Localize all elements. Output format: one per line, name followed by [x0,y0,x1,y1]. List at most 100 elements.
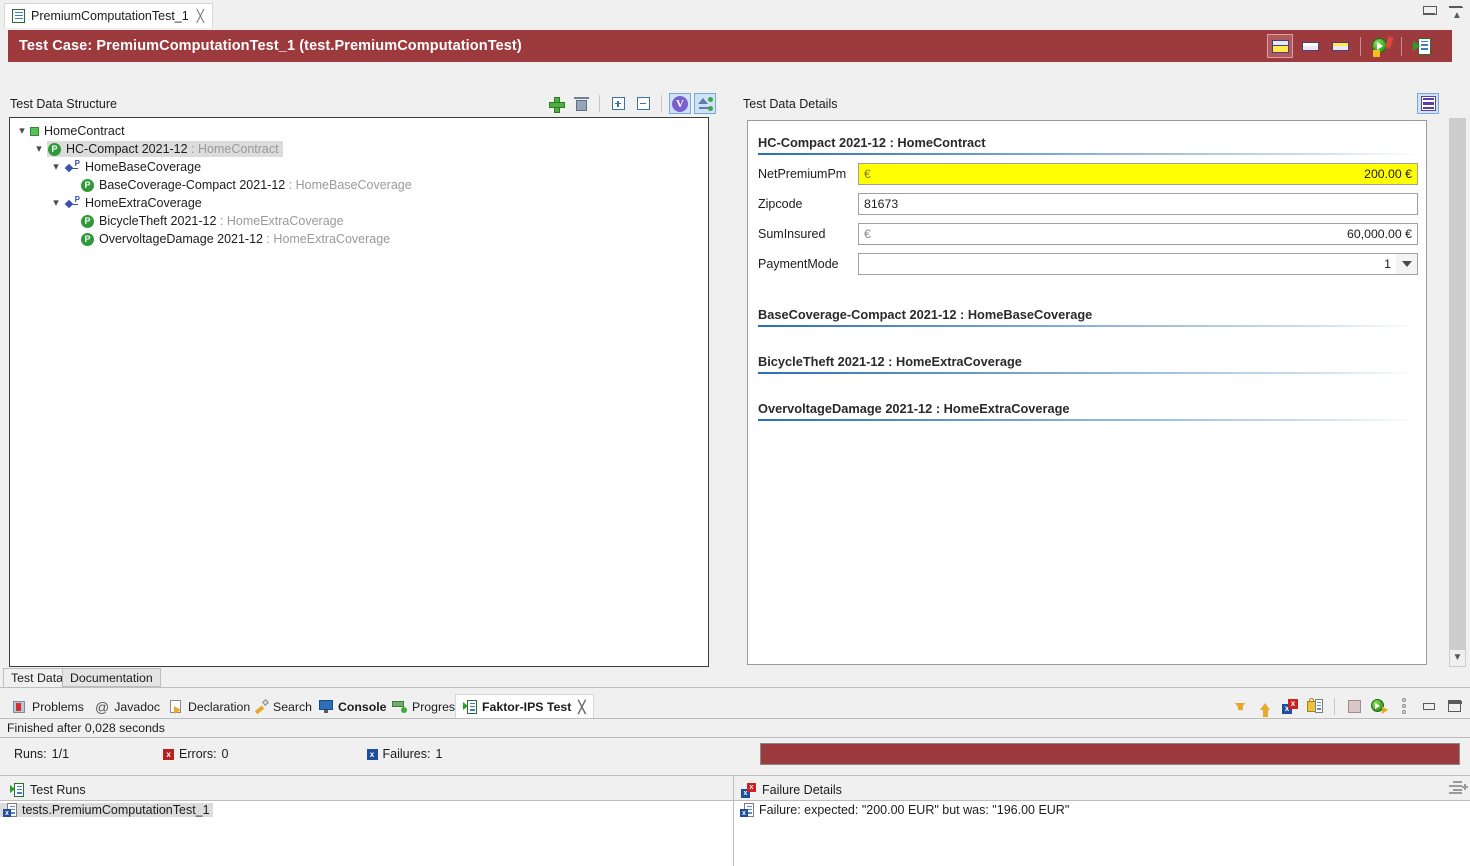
product-cmpt-icon: P [48,143,61,156]
tree-node-3[interactable]: PBaseCoverage-Compact 2021-12 : HomeBase… [10,176,708,194]
tree-node-2[interactable]: ▾PHomeBaseCoverage [10,158,708,176]
tree-node-6[interactable]: POvervoltageDamage 2021-12 : HomeExtraCo… [10,230,708,248]
chevron-down-icon[interactable]: ▾ [14,126,30,137]
show-all-columns-button[interactable] [1268,35,1292,57]
test-run-label: tests.PremiumComputationTest_1 [22,803,210,817]
tree-node-selected[interactable]: PHC-Compact 2021-12 : HomeContract [47,141,283,157]
test-data-details-panel[interactable]: HC-Compact 2021-12 : HomeContractNetPrem… [747,120,1427,665]
expand-all-button[interactable] [607,93,629,114]
tab-search[interactable]: Search [247,694,319,719]
filter-attributes-button[interactable] [694,93,716,114]
show-failures-only-button[interactable]: xx [1280,696,1300,716]
tab-problems-label: Problems [32,700,84,714]
test-runs-title: Test Runs [30,783,86,797]
delete-button[interactable] [570,93,592,114]
tree-node-4[interactable]: ▾PHomeExtraCoverage [10,194,708,212]
failure-details-title: Failure Details [762,783,842,797]
plus-icon [549,97,563,111]
previous-failure-button[interactable] [1255,696,1275,716]
suminsured-field[interactable]: €60,000.00 € [858,223,1418,245]
tab-declaration-label: Declaration [188,700,250,714]
show-validation-button[interactable]: V [669,93,691,114]
page-tabs-underline [0,687,1470,688]
product-cmpt-type-icon [30,127,39,136]
run-and-store-expected-button[interactable] [1369,35,1393,57]
test-status-line: Finished after 0,028 seconds [0,719,1470,737]
toolbar-divider-2 [661,95,662,112]
toggle-details-layout-button[interactable] [1417,93,1439,114]
editor-tab-premiumcomputationtest[interactable]: PremiumComputationTest_1 ╳ [4,3,213,28]
next-failure-button[interactable] [1230,696,1250,716]
run-test-button[interactable] [1410,35,1434,57]
failures-label: Failures: [383,747,431,761]
tab-console[interactable]: Console [312,694,394,719]
tab-problems[interactable]: Problems [6,694,91,719]
test-progress-bar [760,743,1460,765]
tab-test-data-label: Test Data [11,671,63,685]
testcase-file-icon [12,9,25,23]
errors-label: Errors: [179,747,217,761]
list-item[interactable]: x tests.PremiumComputationTest_1 [0,801,733,819]
toolbar-divider [1360,37,1361,56]
form-toolbar [1118,30,1452,62]
add-button[interactable] [545,93,567,114]
currency-prefix: € [864,227,871,241]
run-pencil-icon [1372,37,1391,56]
tab-test-data[interactable]: Test Data [3,668,71,687]
javadoc-at-icon: @ [95,699,109,715]
test-data-structure-tree[interactable]: ▾HomeContract▾PHC-Compact 2021-12 : Home… [9,117,709,667]
tab-console-label: Console [338,700,387,714]
zipcode-field[interactable]: 81673 [858,193,1418,215]
tree-node-0[interactable]: ▾HomeContract [10,122,708,140]
currency-prefix: € [864,167,871,181]
close-icon[interactable]: ╳ [197,10,204,22]
list-item[interactable]: x Failure: expected: "200.00 EUR" but wa… [734,801,1470,819]
show-expected-result-button[interactable] [1298,35,1322,57]
minimize-icon[interactable] [1423,6,1435,14]
field-value: 60,000.00 € [1347,227,1412,241]
tree-node-label: BaseCoverage-Compact 2021-12 : HomeBaseC… [99,178,412,192]
netpremiumpm-field[interactable]: €200.00 € [858,163,1418,185]
field-row-1: Zipcode81673 [758,193,1418,215]
structure-toolbar: V [545,93,716,114]
details-scrollbar[interactable]: ▼ [1449,118,1466,667]
minimize-icon [1423,703,1435,710]
test-runs-header: Test Runs [10,779,86,801]
table-one-row-icon [1302,42,1319,51]
scroll-down-arrow[interactable]: ▼ [1450,650,1465,666]
association-icon: P [64,197,80,210]
field-value: 81673 [864,197,898,211]
stop-test-run-button[interactable] [1344,696,1364,716]
section-rule [758,325,1418,327]
collapse-all-button[interactable] [632,93,654,114]
paymentmode-combo[interactable]: 1 [858,253,1418,275]
chevron-down-icon[interactable] [1396,253,1418,275]
toolbar-divider-2 [1401,37,1402,56]
chevron-down-icon[interactable]: ▾ [31,144,47,155]
view-menu-button[interactable] [1394,696,1414,716]
lock-test-run-button[interactable] [1305,696,1325,716]
failure-details-list[interactable]: x Failure: expected: "200.00 EUR" but wa… [734,800,1470,866]
arrow-down-icon [1235,703,1245,710]
scroll-up-arrow[interactable]: ▲ [1449,8,1465,24]
tab-faktor-ips-test[interactable]: Faktor-IPS Test ╳ [455,694,594,719]
section-rule [758,419,1418,421]
chevron-down-icon[interactable]: ▾ [48,198,64,209]
tree-node-5[interactable]: PBicycleTheft 2021-12 : HomeExtraCoverag… [10,212,708,230]
tab-documentation[interactable]: Documentation [62,668,161,687]
tree-node-1[interactable]: ▾PHC-Compact 2021-12 : HomeContract [10,140,708,158]
field-row-0: NetPremiumPm€200.00 € [758,163,1418,185]
view-toolbar: xx [1230,696,1464,716]
minimize-view-button[interactable] [1419,696,1439,716]
test-run-history-button[interactable] [1369,696,1389,716]
tab-documentation-label: Documentation [70,671,153,685]
maximize-view-button[interactable] [1444,696,1464,716]
show-input-values-button[interactable] [1328,35,1352,57]
tab-declaration[interactable]: Declaration [163,694,257,719]
test-runs-list[interactable]: x tests.PremiumComputationTest_1 [0,800,733,866]
close-icon[interactable]: ╳ [578,701,585,713]
chevron-down-icon[interactable]: ▾ [48,162,64,173]
lock-icon [1307,699,1323,714]
counter-runs: Runs: 1/1 [14,747,69,761]
tab-javadoc[interactable]: @ Javadoc [88,694,167,719]
